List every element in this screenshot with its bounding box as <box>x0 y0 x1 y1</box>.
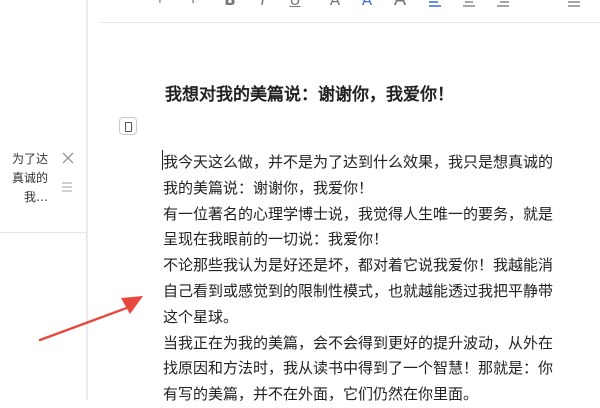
body-line: 找原因和方法时，我从读书中得到了一个智慧！那就是：你 <box>163 359 554 378</box>
close-icon[interactable] <box>61 150 75 164</box>
italic-icon[interactable]: I <box>254 0 272 9</box>
drag-handle-icon[interactable] <box>61 178 73 192</box>
font-size-icon[interactable]: A <box>391 0 409 9</box>
note-list-item[interactable]: 为了达 真诚的 我… <box>0 150 48 207</box>
formatting-toolbar: B I U A A A <box>100 0 600 23</box>
highlight-icon[interactable]: A <box>358 0 376 9</box>
note-list-card: 为了达 真诚的 我… <box>0 0 87 400</box>
align-center-icon[interactable] <box>460 0 478 9</box>
left-panel: 为了达 真诚的 我… <box>0 0 88 400</box>
body-line: 当我正在为我的美篇，会不会得到更好的提升波动，从外在 <box>163 333 554 352</box>
list-icon[interactable] <box>565 0 583 9</box>
block-handle-icon[interactable] <box>119 117 137 135</box>
body-line: 有一位著名的心理学博士说，我觉得人生唯一的要务，就是 <box>163 204 554 223</box>
body-line: 我今天这么做，并不是为了达到什么效果，我只是想真诚的 <box>163 153 554 171</box>
body-line: 不论那些我认为是好还是坏，都对着它说我爱你！我越能消 <box>163 256 554 275</box>
editor: B I U A A A 我想对我的美篇说：谢谢你，我爱你！ 我今天这么做，并不是… <box>100 0 600 403</box>
body-line: 有写的美篇，并不在外面，它们仍然在你里面。 <box>163 385 479 404</box>
undo-icon[interactable] <box>155 0 173 9</box>
divider <box>0 232 86 233</box>
body-line: 我的美篇说：谢谢你，我爱你！ <box>163 178 374 197</box>
body-line: 呈现在我眼前的一切说：我爱你！ <box>163 230 389 249</box>
body-line: 自己看到或感觉到的限制性模式，也就越能透过我把平静带 <box>163 281 554 300</box>
align-right-icon[interactable] <box>494 0 512 9</box>
document-body[interactable]: 我今天这么做，并不是为了达到什么效果，我只是想真诚的 我的美篇说：谢谢你，我爱你… <box>163 150 600 408</box>
redo-icon[interactable] <box>180 0 198 9</box>
note-preview-line: 为了达 <box>11 152 48 166</box>
bold-icon[interactable]: B <box>221 0 239 9</box>
note-preview-line: 真诚的 <box>11 171 48 185</box>
note-preview-line: 我… <box>23 190 48 204</box>
align-left-icon[interactable] <box>426 0 444 9</box>
underline-icon[interactable]: U <box>286 0 304 9</box>
font-color-icon[interactable]: A <box>326 0 344 9</box>
body-line: 这个星球。 <box>163 307 239 326</box>
document-title[interactable]: 我想对我的美篇说：谢谢你，我爱你！ <box>165 80 585 105</box>
